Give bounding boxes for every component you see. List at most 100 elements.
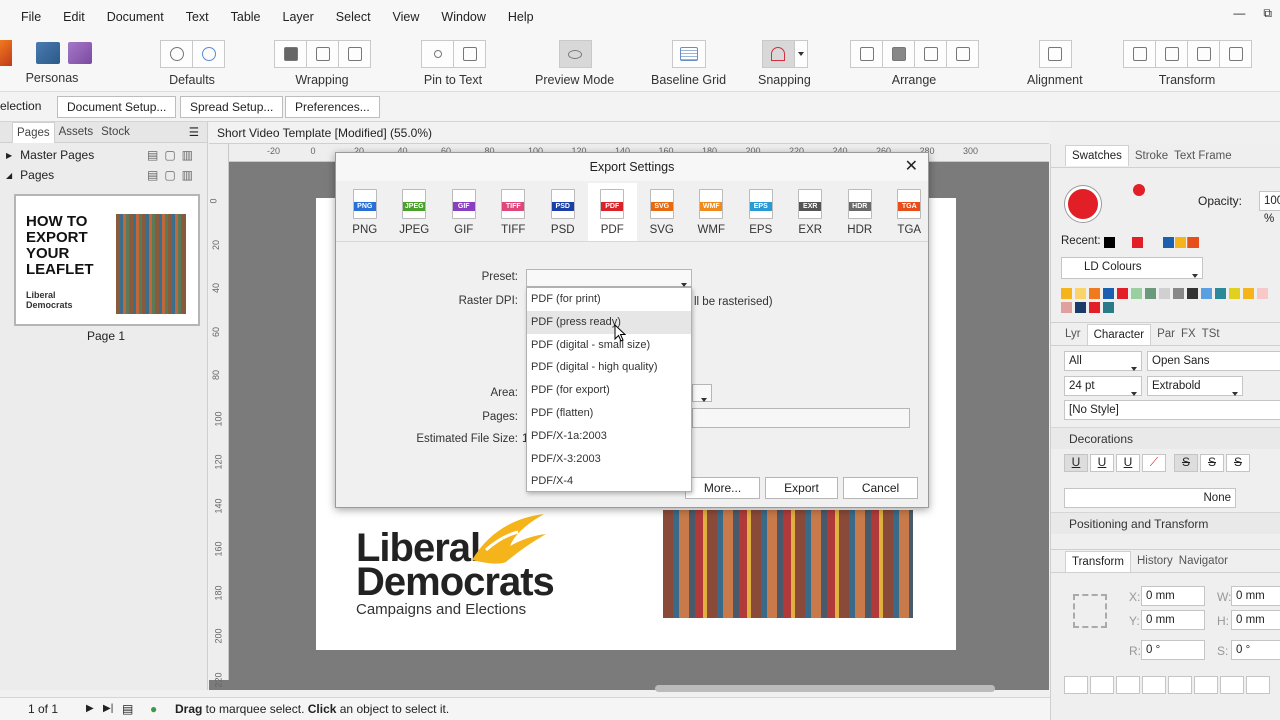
tab-history[interactable]: History: [1137, 555, 1173, 567]
palette-swatch[interactable]: [1159, 288, 1170, 299]
palette-select[interactable]: LD Colours: [1061, 257, 1203, 279]
text-style-field[interactable]: [No Style]: [1064, 400, 1280, 420]
menu-help[interactable]: Help: [497, 0, 545, 34]
area-select[interactable]: [692, 384, 712, 402]
menu-table[interactable]: Table: [220, 0, 272, 34]
preset-option[interactable]: PDF (digital - high quality): [527, 356, 691, 379]
format-pdf[interactable]: PDF PDF: [587, 183, 637, 241]
palette-swatch[interactable]: [1243, 288, 1254, 299]
snapping-dropdown[interactable]: [793, 40, 808, 68]
restore-icon[interactable]: ⧉: [1263, 6, 1272, 21]
x-field[interactable]: 0 mm: [1141, 586, 1205, 606]
photo-persona-icon[interactable]: [32, 40, 64, 66]
pages-row[interactable]: ◢ Pages ▤▢▥: [0, 165, 207, 185]
strike-custom-button[interactable]: S: [1226, 454, 1250, 472]
pages-field[interactable]: [692, 408, 910, 428]
palette-swatch[interactable]: [1257, 288, 1268, 299]
decorations-header[interactable]: Decorations: [1051, 427, 1280, 449]
preview-mode-button[interactable]: [558, 40, 592, 68]
menu-window[interactable]: Window: [430, 0, 496, 34]
format-png[interactable]: PNG PNG: [340, 183, 390, 241]
format-hdr[interactable]: HDR HDR: [835, 183, 885, 241]
text-tool-2[interactable]: [1090, 676, 1114, 694]
text-tool-3[interactable]: [1116, 676, 1140, 694]
preset-select[interactable]: [526, 269, 692, 287]
document-tab[interactable]: Short Video Template [Modified] (55.0%): [209, 122, 1049, 144]
format-psd[interactable]: PSD PSD: [538, 183, 588, 241]
next-page-icon[interactable]: ▶|: [103, 698, 113, 720]
sync-defaults-button[interactable]: [160, 40, 193, 68]
decoration-line-select[interactable]: None: [1064, 488, 1236, 508]
menu-file[interactable]: File: [0, 0, 52, 34]
preferences-button[interactable]: Preferences...: [285, 96, 380, 118]
close-icon[interactable]: ✕: [905, 153, 918, 181]
format-gif[interactable]: GIF GIF: [439, 183, 489, 241]
tab-pages[interactable]: Pages: [12, 121, 55, 143]
snapping-button[interactable]: [761, 40, 795, 68]
no-underline-button[interactable]: ⟋: [1142, 454, 1166, 472]
palette-swatches[interactable]: [1061, 288, 1280, 318]
wrap-button-3[interactable]: [338, 40, 371, 68]
anchor-point-icon[interactable]: [1073, 594, 1107, 628]
baseline-grid-button[interactable]: [672, 40, 707, 68]
palette-swatch[interactable]: [1117, 288, 1128, 299]
tab-character[interactable]: Character: [1086, 323, 1152, 345]
minimize-icon[interactable]: —: [1233, 6, 1245, 21]
palette-swatch[interactable]: [1215, 288, 1226, 299]
w-field[interactable]: 0 mm: [1231, 586, 1280, 606]
master-page-tools[interactable]: ▤▢▥: [147, 148, 199, 162]
palette-swatch[interactable]: [1089, 288, 1100, 299]
arrange-button-1[interactable]: [850, 40, 883, 68]
expand-icon[interactable]: ▶: [6, 151, 12, 160]
export-button[interactable]: Export: [765, 477, 838, 499]
collapse-icon[interactable]: ◢: [6, 171, 12, 180]
opacity-field[interactable]: 100 %: [1259, 191, 1280, 225]
page-list-icon[interactable]: ▤: [122, 698, 133, 720]
menu-edit[interactable]: Edit: [52, 0, 96, 34]
fill-color-well[interactable]: [1065, 186, 1101, 222]
h-field[interactable]: 0 mm: [1231, 610, 1280, 630]
strike-double-button[interactable]: S: [1200, 454, 1224, 472]
cancel-button[interactable]: Cancel: [843, 477, 918, 499]
flip-h-button[interactable]: [1123, 40, 1156, 68]
preset-option[interactable]: PDF (for export): [527, 379, 691, 402]
format-svg[interactable]: SVG SVG: [637, 183, 687, 241]
menu-layer[interactable]: Layer: [272, 0, 325, 34]
menu-select[interactable]: Select: [325, 0, 382, 34]
tab-stroke[interactable]: Stroke: [1135, 150, 1168, 162]
page-tools[interactable]: ▤▢▥: [147, 168, 199, 182]
revert-defaults-button[interactable]: [192, 40, 225, 68]
preset-option[interactable]: PDF/X-4: [527, 470, 691, 493]
spread-setup-button[interactable]: Spread Setup...: [180, 96, 284, 118]
color-picker-icon[interactable]: [1133, 184, 1145, 196]
play-icon[interactable]: ▶: [86, 698, 94, 720]
rotate-right-button[interactable]: [1219, 40, 1252, 68]
tab-paragraph[interactable]: Par: [1157, 328, 1175, 340]
arrange-button-3[interactable]: [914, 40, 947, 68]
tab-text-frame[interactable]: Text Frame: [1174, 150, 1232, 162]
palette-swatch[interactable]: [1089, 302, 1100, 313]
master-pages-row[interactable]: ▶ Master Pages ▤▢▥: [0, 145, 207, 165]
wrap-button-1[interactable]: [274, 40, 307, 68]
alignment-button[interactable]: [1038, 40, 1072, 68]
pin-button[interactable]: [421, 40, 454, 68]
text-tool-7[interactable]: [1220, 676, 1244, 694]
horizontal-scrollbar[interactable]: [655, 685, 995, 692]
font-weight-select[interactable]: Extrabold: [1147, 376, 1243, 396]
tab-transform[interactable]: Transform: [1065, 550, 1131, 572]
palette-swatch[interactable]: [1061, 288, 1072, 299]
rotation-field[interactable]: 0 °: [1141, 640, 1205, 660]
publisher-persona-icon[interactable]: [0, 40, 12, 66]
palette-swatch[interactable]: [1061, 302, 1072, 313]
tab-swatches[interactable]: Swatches: [1065, 145, 1129, 166]
palette-swatch[interactable]: [1173, 288, 1184, 299]
menu-view[interactable]: View: [382, 0, 431, 34]
underline-button[interactable]: U: [1064, 454, 1088, 472]
menu-text[interactable]: Text: [175, 0, 220, 34]
palette-swatch[interactable]: [1201, 288, 1212, 299]
y-field[interactable]: 0 mm: [1141, 610, 1205, 630]
rotate-left-button[interactable]: [1187, 40, 1220, 68]
pin-inline-button[interactable]: [453, 40, 486, 68]
tab-text-styles[interactable]: TSt: [1202, 328, 1220, 340]
positioning-header[interactable]: Positioning and Transform: [1051, 512, 1280, 534]
